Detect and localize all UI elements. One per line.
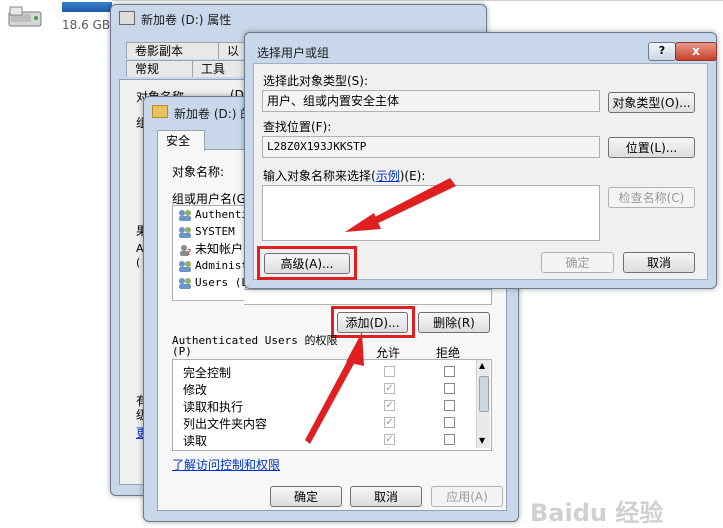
arrow-to-add (305, 332, 364, 444)
annotation-arrows (305, 178, 456, 444)
watermark: Baidu 经验 (530, 499, 664, 527)
arrow-to-advanced (345, 178, 456, 232)
